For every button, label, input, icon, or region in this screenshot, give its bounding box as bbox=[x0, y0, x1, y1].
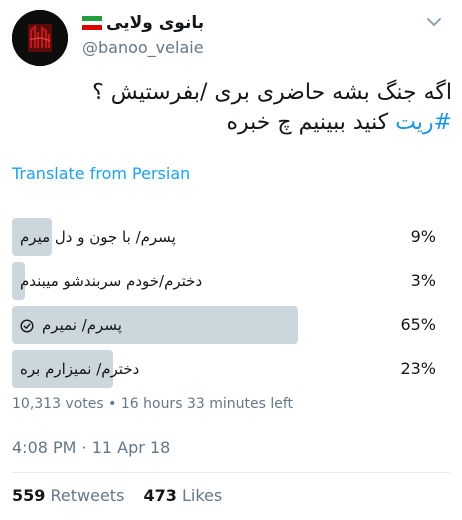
poll-option-percent: 65% bbox=[400, 315, 436, 334]
tweet-line-2-rest: کنید ببینیم چ خبره bbox=[226, 110, 396, 135]
poll-time-left: 16 hours 33 minutes left bbox=[120, 396, 293, 412]
poll-option-label: دخترم/خودم سربندشو میبندم bbox=[20, 272, 203, 290]
display-name[interactable]: بانوی ولایی bbox=[106, 13, 204, 33]
likes-stat[interactable]: 473 Likes bbox=[144, 486, 223, 505]
poll-meta: 10,313 votes • 16 hours 33 minutes left bbox=[12, 396, 293, 412]
poll-option-label-text: پسرم/ نمیرم bbox=[42, 316, 122, 334]
retweets-stat[interactable]: 559 Retweets bbox=[12, 486, 124, 505]
name-row: بانوی ولایی bbox=[82, 12, 204, 34]
poll-option: پسرم/ نمیرم 65% bbox=[12, 306, 440, 344]
chevron-down-icon[interactable] bbox=[426, 14, 442, 30]
avatar-image bbox=[12, 10, 68, 66]
poll-option: دخترم/خودم سربندشو میبندم 3% bbox=[12, 262, 440, 300]
tweet-line-2: #ریت کنید ببینیم چ خبره bbox=[12, 108, 453, 138]
avatar[interactable] bbox=[12, 10, 68, 66]
engagement-stats: 559 Retweets 473 Likes bbox=[12, 486, 236, 505]
tweet-line-1: اگه جنگ بشه حاضری بری /بفرستیش ؟ bbox=[92, 80, 452, 105]
meta-separator: • bbox=[108, 396, 117, 412]
retweets-label: Retweets bbox=[50, 486, 125, 505]
poll-option-label: پسرم/ نمیرم bbox=[20, 306, 122, 344]
translate-link[interactable]: Translate from Persian bbox=[12, 164, 190, 183]
check-circle-icon bbox=[20, 318, 34, 333]
poll-option-percent: 3% bbox=[410, 271, 436, 290]
poll-votes: 10,313 votes bbox=[12, 396, 104, 412]
user-handle[interactable]: @banoo_velaie bbox=[82, 38, 204, 57]
divider bbox=[12, 472, 450, 473]
retweets-count: 559 bbox=[12, 486, 46, 505]
poll: پسرم/ با جون و دل میرم 9% دخترم/خودم سرب… bbox=[12, 218, 440, 394]
poll-option: دخترم/ نمیزارم بره 23% bbox=[12, 350, 440, 388]
poll-option-percent: 23% bbox=[400, 359, 436, 378]
poll-option-label: دخترم/ نمیزارم بره bbox=[20, 360, 140, 378]
tweet-header: بانوی ولایی @banoo_velaie bbox=[0, 0, 462, 72]
tweet-timestamp[interactable]: 4:08 PM · 11 Apr 18 bbox=[12, 438, 170, 457]
poll-option: پسرم/ با جون و دل میرم 9% bbox=[12, 218, 440, 256]
hashtag-link[interactable]: #ریت bbox=[395, 110, 452, 135]
poll-option-label: پسرم/ با جون و دل میرم bbox=[20, 228, 176, 246]
likes-count: 473 bbox=[143, 486, 177, 505]
likes-label: Likes bbox=[182, 486, 223, 505]
poll-option-percent: 9% bbox=[410, 227, 436, 246]
iran-flag-icon bbox=[82, 16, 102, 31]
tweet-text: اگه جنگ بشه حاضری بری /بفرستیش ؟ #ریت کن… bbox=[12, 78, 452, 138]
